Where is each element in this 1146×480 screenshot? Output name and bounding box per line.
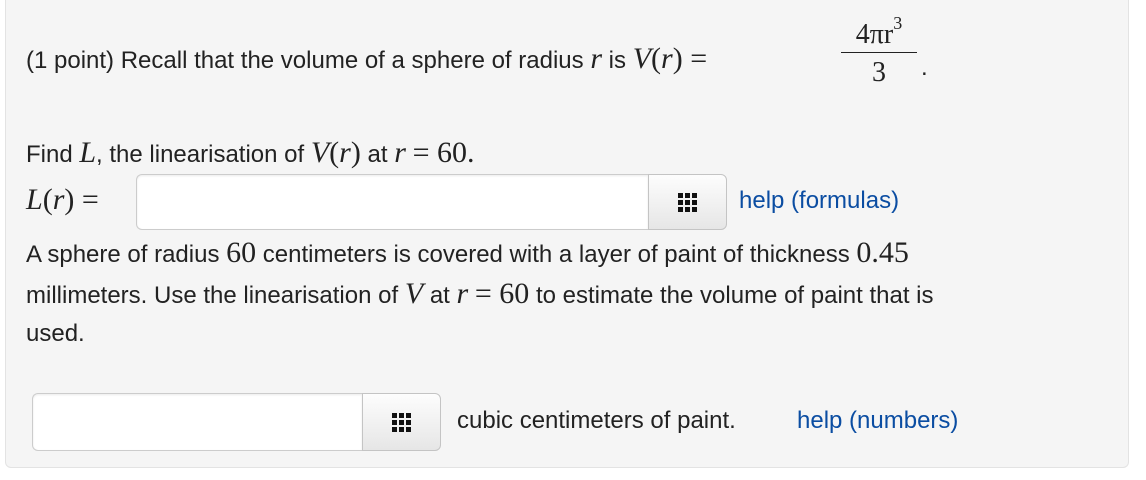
var-V: V: [632, 42, 652, 75]
answer2-input[interactable]: [32, 393, 362, 451]
var-r: r: [590, 42, 602, 75]
find-prefix: Find: [26, 141, 73, 168]
paragraph-line-2: millimeters. Use the linearisation of V …: [26, 277, 934, 311]
numerator-text: 4πr: [855, 19, 894, 50]
label-rest: (r) =: [42, 183, 99, 216]
answer2-group: [32, 393, 441, 451]
var-V2: V: [310, 136, 330, 169]
para-text-1a: A sphere of radius: [26, 241, 220, 268]
var-r2: r: [394, 136, 406, 169]
find-at: at: [367, 141, 388, 168]
para-eq: = 60: [474, 277, 530, 310]
intro-is: is: [608, 47, 627, 74]
exponent: 3: [893, 13, 903, 33]
answer2-suffix: cubic centimeters of paint.: [457, 407, 736, 435]
intro-line: (1 point) Recall that the volume of a sp…: [26, 42, 707, 76]
intro-period: .: [921, 54, 928, 81]
intro-prefix: (1 point) Recall that the volume of a sp…: [26, 47, 584, 74]
volume-fraction: 4πr3 3: [841, 14, 917, 87]
var-r4: r: [456, 277, 469, 310]
units-text: cubic centimeters of paint.: [457, 407, 736, 434]
thickness-value: 0.45: [856, 236, 909, 269]
find-mid: , the linearisation of: [96, 141, 305, 168]
help-formulas-link[interactable]: help (formulas): [739, 187, 899, 215]
fraction-numerator: 4πr3: [841, 13, 917, 50]
help-numbers-link[interactable]: help (numbers): [797, 407, 958, 435]
find-line: Find L, the linearisation of V(r) at r =…: [26, 136, 475, 170]
fraction-denominator: 3: [872, 57, 886, 88]
radius-value: 60: [226, 236, 257, 269]
func-arg: (r) =: [651, 42, 708, 75]
var-r-arg: r: [661, 42, 673, 75]
answer1-input[interactable]: [136, 174, 648, 230]
grid-icon: [392, 412, 411, 432]
grid-icon: [678, 192, 697, 212]
fraction-bar: [841, 52, 917, 53]
problem-panel: (1 point) Recall that the volume of a sp…: [5, 0, 1129, 468]
paragraph-line-3: used.: [26, 320, 85, 347]
find-Vr: (r): [329, 136, 361, 169]
label-r: r: [52, 183, 65, 216]
label-L: L: [26, 183, 43, 216]
find-eq: = 60.: [412, 136, 475, 169]
answer1-equation-editor-button[interactable]: [648, 174, 727, 230]
answer1-group: [136, 174, 727, 230]
para-text-2a: millimeters. Use the linearisation of: [26, 282, 399, 309]
para-text-2b: to estimate the volume of paint that is: [535, 282, 934, 309]
var-V3: V: [404, 277, 424, 310]
para-text-1b: centimeters is covered with a layer of p…: [262, 241, 850, 268]
para-at: at: [429, 282, 450, 309]
var-L: L: [79, 136, 97, 169]
answer2-equation-editor-button[interactable]: [362, 393, 441, 451]
answer1-label: L(r) =: [26, 183, 99, 217]
paragraph-line-1: A sphere of radius 60 centimeters is cov…: [26, 236, 909, 270]
var-r3: r: [339, 136, 351, 169]
